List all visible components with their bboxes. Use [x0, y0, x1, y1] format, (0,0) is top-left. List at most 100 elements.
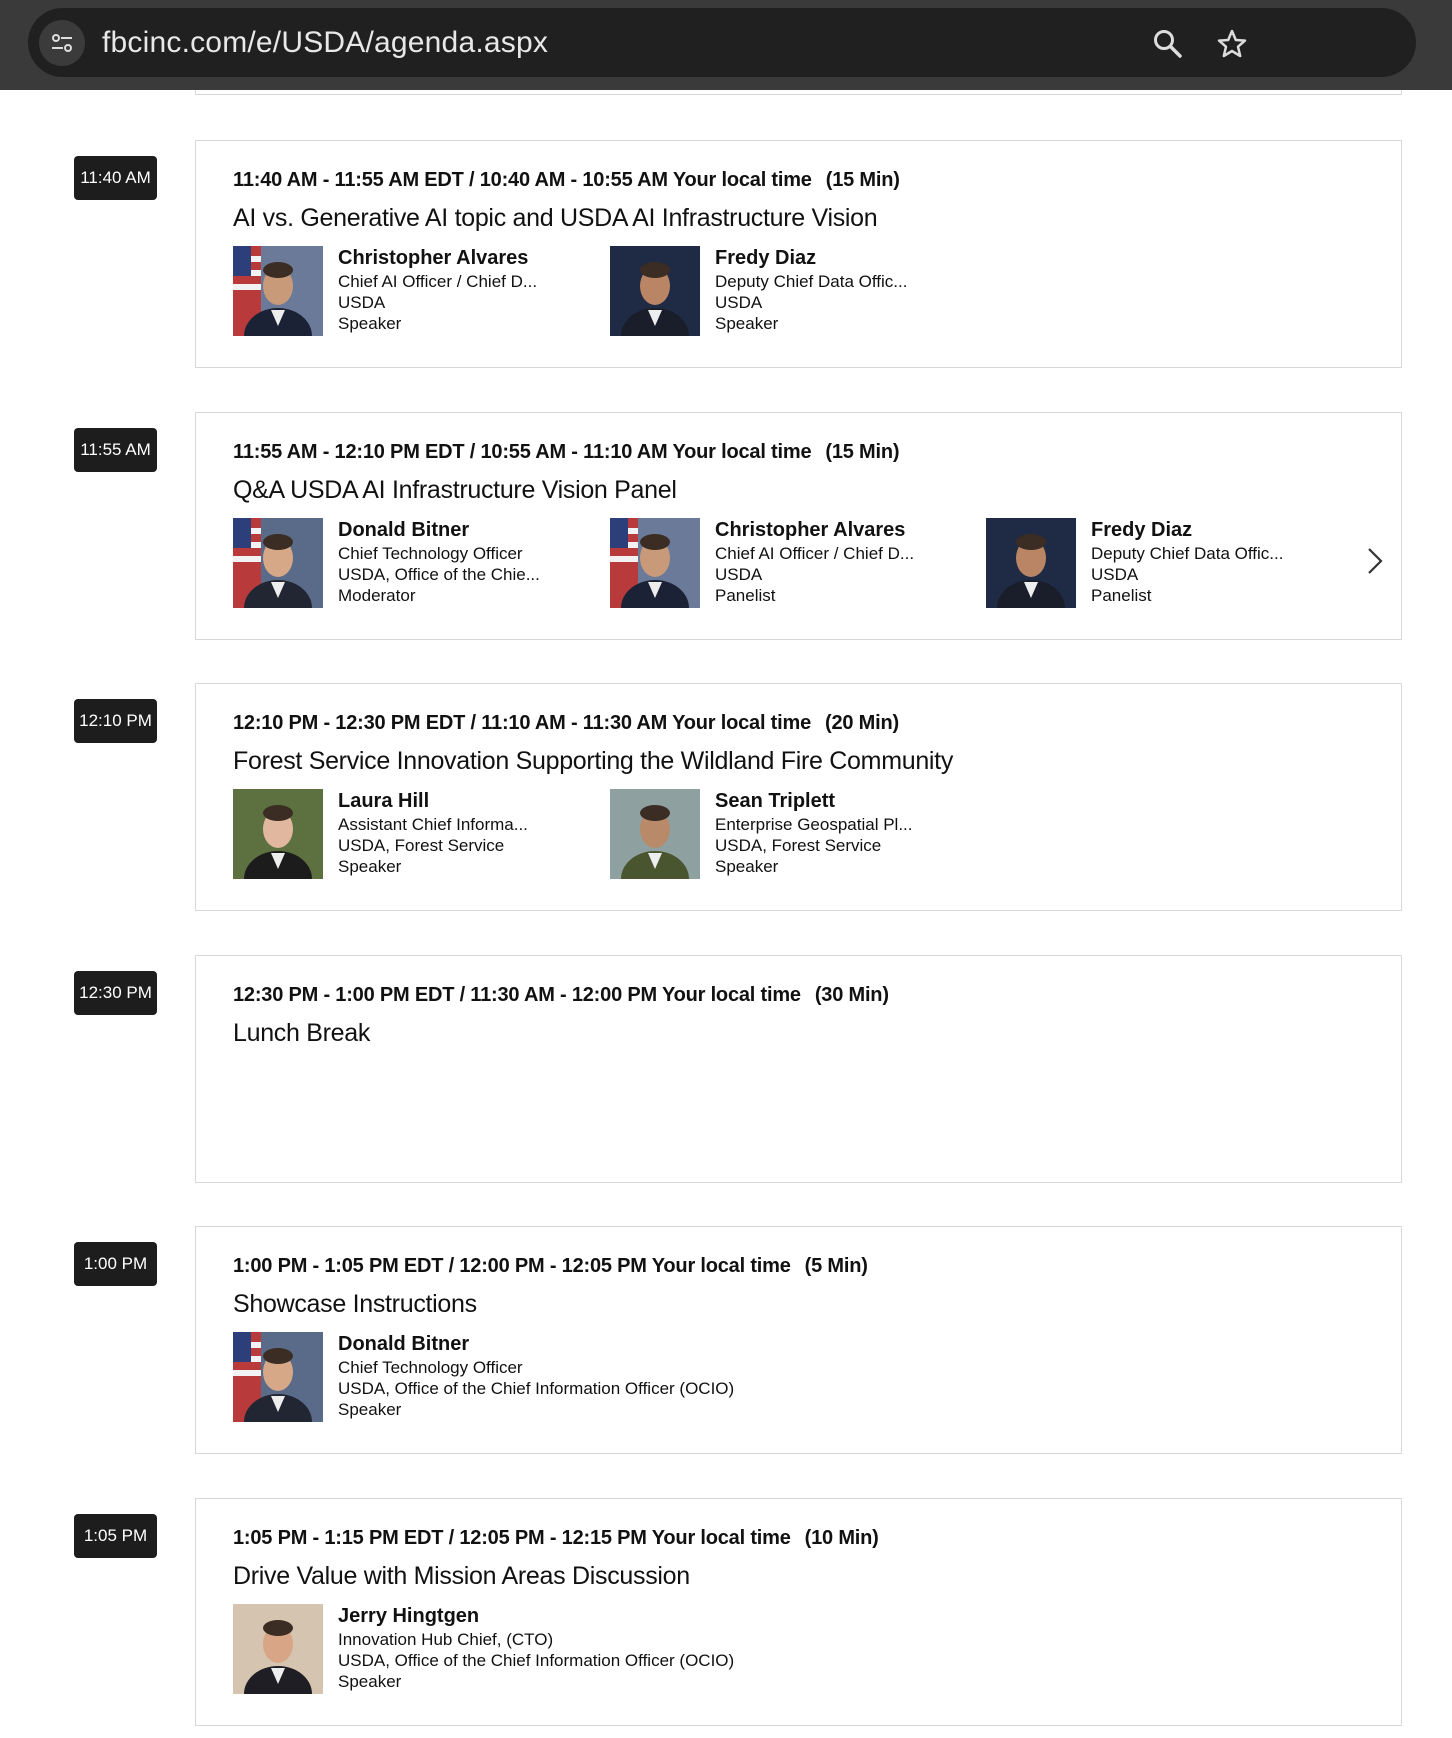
session-start-badge: 1:00 PM: [74, 1242, 157, 1286]
speaker-name[interactable]: Fredy Diaz: [1091, 518, 1192, 542]
speaker-photo[interactable]: [986, 518, 1076, 608]
session-card[interactable]: 12:30 PM - 1:00 PM EDT / 11:30 AM - 12:0…: [195, 955, 1402, 1183]
duration-text: (15 Min): [825, 169, 900, 191]
speaker-organization: USDA, Office of the Chief Information Of…: [338, 1379, 735, 1398]
speaker-title: Innovation Hub Chief, (CTO): [338, 1630, 554, 1649]
speaker-photo[interactable]: [233, 1604, 323, 1694]
session-start-badge: 12:10 PM: [74, 699, 157, 743]
speaker-card[interactable]: Christopher Alvares Chief AI Officer / Ch…: [233, 246, 593, 338]
session-start-badge: 11:40 AM: [74, 156, 157, 200]
speaker-title: Assistant Chief Informa...: [338, 815, 528, 834]
speaker-title: Chief Technology Officer: [338, 544, 523, 563]
speaker-photo[interactable]: [610, 789, 700, 879]
session-card[interactable]: 12:10 PM - 12:30 PM EDT / 11:10 AM - 11:…: [195, 683, 1402, 911]
session-start-badge: 11:55 AM: [74, 428, 157, 472]
session-card[interactable]: 1:05 PM - 1:15 PM EDT / 12:05 PM - 12:15…: [195, 1498, 1402, 1726]
session-time-range: 11:40 AM - 11:55 AM EDT / 10:40 AM - 10:…: [233, 169, 900, 192]
speaker-organization: USDA, Forest Service: [715, 836, 882, 855]
previous-session-card-edge: [195, 90, 1402, 95]
speaker-name[interactable]: Fredy Diaz: [715, 246, 816, 270]
speaker-name[interactable]: Sean Triplett: [715, 789, 835, 813]
session-card[interactable]: 11:55 AM - 12:10 PM EDT / 10:55 AM - 11:…: [195, 412, 1402, 640]
speaker-organization: USDA, Forest Service: [338, 836, 505, 855]
time-range-text: 11:40 AM - 11:55 AM EDT / 10:40 AM - 10:…: [233, 169, 812, 191]
speaker-card[interactable]: Fredy Diaz Deputy Chief Data Offic... USDA…: [610, 246, 970, 338]
speaker-name[interactable]: Jerry Hingtgen: [338, 1604, 479, 1628]
tune-icon[interactable]: [39, 20, 85, 66]
star-icon[interactable]: [1216, 28, 1248, 60]
session-title[interactable]: Lunch Break: [233, 1019, 370, 1048]
speaker-organization: USDA: [338, 293, 386, 312]
speaker-photo[interactable]: [233, 246, 323, 336]
session-start-badge: 1:05 PM: [74, 1514, 157, 1558]
session-title[interactable]: Q&A USDA AI Infrastructure Vision Panel: [233, 476, 677, 505]
speaker-photo[interactable]: [610, 246, 700, 336]
duration-text: (20 Min): [825, 712, 899, 734]
speaker-name[interactable]: Laura Hill: [338, 789, 429, 813]
time-range-text: 11:55 AM - 12:10 PM EDT / 10:55 AM - 11:…: [233, 441, 812, 463]
chevron-right-icon[interactable]: [1363, 545, 1387, 577]
session-time-range: 1:05 PM - 1:15 PM EDT / 12:05 PM - 12:15…: [233, 1527, 879, 1550]
speaker-card[interactable]: Fredy Diaz Deputy Chief Data Offic... USDA…: [986, 518, 1346, 610]
session-title[interactable]: Drive Value with Mission Areas Discussio…: [233, 1562, 690, 1591]
speaker-role: Speaker: [338, 314, 402, 333]
session-time-range: 1:00 PM - 1:05 PM EDT / 12:00 PM - 12:05…: [233, 1255, 868, 1278]
address-bar[interactable]: fbcinc.com/e/USDA/agenda.aspx: [28, 8, 1416, 77]
speaker-role: Speaker: [338, 1672, 402, 1691]
speaker-card[interactable]: Laura Hill Assistant Chief Informa... USDA…: [233, 789, 593, 881]
speaker-card[interactable]: Jerry Hingtgen Innovation Hub Chief, (CTO…: [233, 1604, 734, 1696]
speaker-photo[interactable]: [233, 789, 323, 879]
session-time-range: 11:55 AM - 12:10 PM EDT / 10:55 AM - 11:…: [233, 441, 900, 464]
speaker-organization: USDA: [715, 293, 763, 312]
agenda-session: 1:00 PM 1:00 PM - 1:05 PM EDT / 12:00 PM …: [0, 1226, 1452, 1454]
duration-text: (5 Min): [804, 1255, 868, 1277]
session-title[interactable]: Showcase Instructions: [233, 1290, 477, 1319]
speaker-title: Deputy Chief Data Offic...: [715, 272, 908, 291]
search-icon[interactable]: [1152, 28, 1184, 60]
session-start-badge: 12:30 PM: [74, 971, 157, 1015]
session-title[interactable]: AI vs. Generative AI topic and USDA AI I…: [233, 204, 878, 233]
time-range-text: 1:00 PM - 1:05 PM EDT / 12:00 PM - 12:05…: [233, 1255, 791, 1277]
speaker-card[interactable]: Christopher Alvares Chief AI Officer / Ch…: [610, 518, 970, 610]
speaker-name[interactable]: Christopher Alvares: [715, 518, 905, 542]
speaker-role: Speaker: [338, 857, 402, 876]
speaker-role: Panelist: [715, 586, 776, 605]
speaker-card[interactable]: Sean Triplett Enterprise Geospatial Pl...…: [610, 789, 970, 881]
url-text[interactable]: fbcinc.com/e/USDA/agenda.aspx: [102, 8, 548, 77]
speaker-card[interactable]: Donald Bitner Chief Technology Officer USD…: [233, 1332, 734, 1424]
agenda-session: 11:40 AM 11:40 AM - 11:55 AM EDT / 10:40 …: [0, 140, 1452, 368]
agenda-session: 11:55 AM 11:55 AM - 12:10 PM EDT / 10:55 …: [0, 412, 1452, 640]
speaker-organization: USDA, Office of the Chie...: [338, 565, 540, 584]
speaker-role: Moderator: [338, 586, 416, 605]
session-title[interactable]: Forest Service Innovation Supporting the…: [233, 747, 953, 776]
speaker-role: Speaker: [715, 314, 779, 333]
session-card[interactable]: 1:00 PM - 1:05 PM EDT / 12:00 PM - 12:05…: [195, 1226, 1402, 1454]
speaker-role: Speaker: [715, 857, 779, 876]
speaker-name[interactable]: Donald Bitner: [338, 1332, 469, 1356]
speaker-role: Speaker: [338, 1400, 402, 1419]
speaker-name[interactable]: Christopher Alvares: [338, 246, 528, 270]
agenda-session: 1:05 PM 1:05 PM - 1:15 PM EDT / 12:05 PM …: [0, 1498, 1452, 1726]
session-card[interactable]: 11:40 AM - 11:55 AM EDT / 10:40 AM - 10:…: [195, 140, 1402, 368]
speaker-organization: USDA, Office of the Chief Information Of…: [338, 1651, 735, 1670]
time-range-text: 12:30 PM - 1:00 PM EDT / 11:30 AM - 12:0…: [233, 984, 801, 1006]
time-range-text: 1:05 PM - 1:15 PM EDT / 12:05 PM - 12:15…: [233, 1527, 791, 1549]
speaker-photo[interactable]: [610, 518, 700, 608]
duration-text: (30 Min): [814, 984, 889, 1006]
speaker-title: Chief Technology Officer: [338, 1358, 523, 1377]
speaker-organization: USDA: [715, 565, 763, 584]
speaker-photo[interactable]: [233, 1332, 323, 1422]
agenda-session: 12:10 PM 12:10 PM - 12:30 PM EDT / 11:10 …: [0, 683, 1452, 911]
speaker-photo[interactable]: [233, 518, 323, 608]
session-time-range: 12:10 PM - 12:30 PM EDT / 11:10 AM - 11:…: [233, 712, 899, 735]
speaker-card[interactable]: Donald Bitner Chief Technology Officer USD…: [233, 518, 593, 610]
speaker-title: Enterprise Geospatial Pl...: [715, 815, 913, 834]
agenda-session: 12:30 PM 12:30 PM - 1:00 PM EDT / 11:30 A…: [0, 955, 1452, 1183]
speaker-title: Chief AI Officer / Chief D...: [338, 272, 538, 291]
speaker-name[interactable]: Donald Bitner: [338, 518, 469, 542]
speaker-title: Chief AI Officer / Chief D...: [715, 544, 915, 563]
duration-text: (10 Min): [804, 1527, 879, 1549]
speaker-organization: USDA: [1091, 565, 1139, 584]
speaker-title: Deputy Chief Data Offic...: [1091, 544, 1284, 563]
time-range-text: 12:10 PM - 12:30 PM EDT / 11:10 AM - 11:…: [233, 712, 812, 734]
